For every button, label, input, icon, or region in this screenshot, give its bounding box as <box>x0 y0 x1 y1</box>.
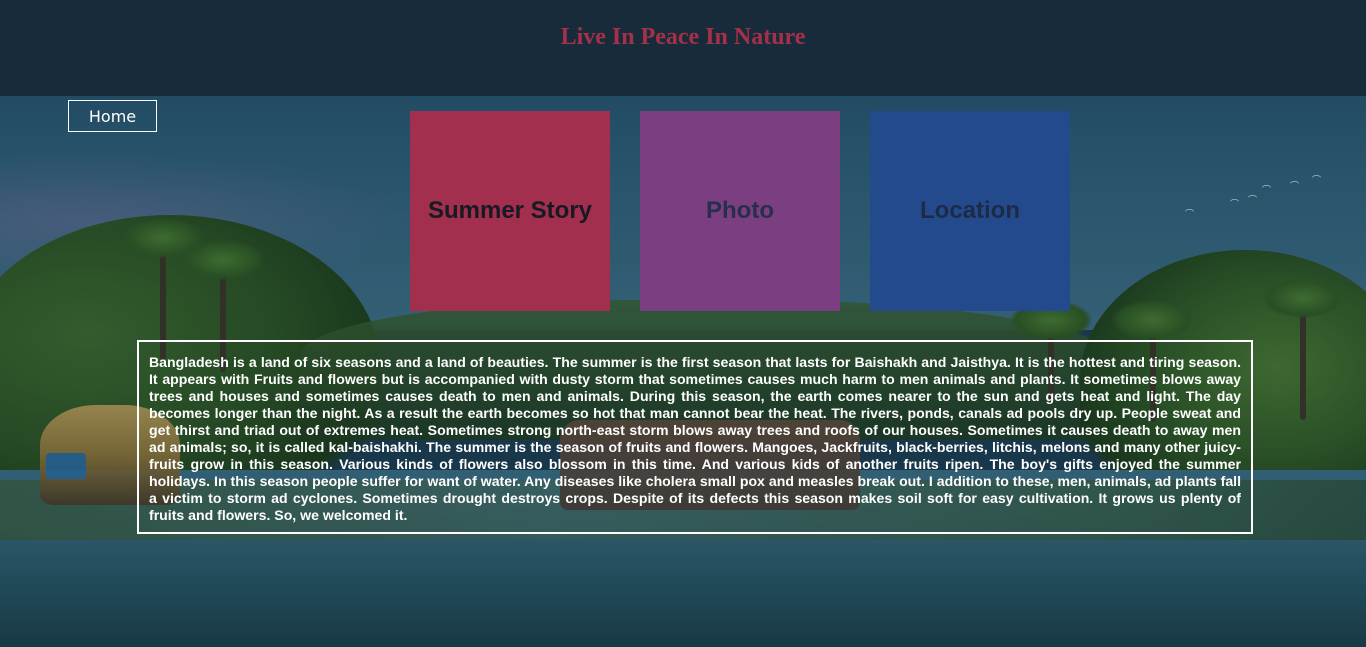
home-button[interactable]: Home <box>68 100 157 132</box>
location-tile[interactable]: Location <box>870 111 1070 311</box>
backwater-landscape-image: ⌒ ⌒ ⌒ ⌒ ⌒ ⌒ <box>0 0 1366 647</box>
story-box: Bangladesh is a land of six seasons and … <box>137 340 1253 534</box>
site-header: Live In Peace In Nature <box>0 0 1366 96</box>
site-title: Live In Peace In Nature <box>560 24 806 50</box>
story-text: Bangladesh is a land of six seasons and … <box>149 354 1241 523</box>
overlay-tint <box>0 0 1366 647</box>
photo-tile[interactable]: Photo <box>640 111 840 311</box>
summer-story-tile[interactable]: Summer Story <box>410 111 610 311</box>
